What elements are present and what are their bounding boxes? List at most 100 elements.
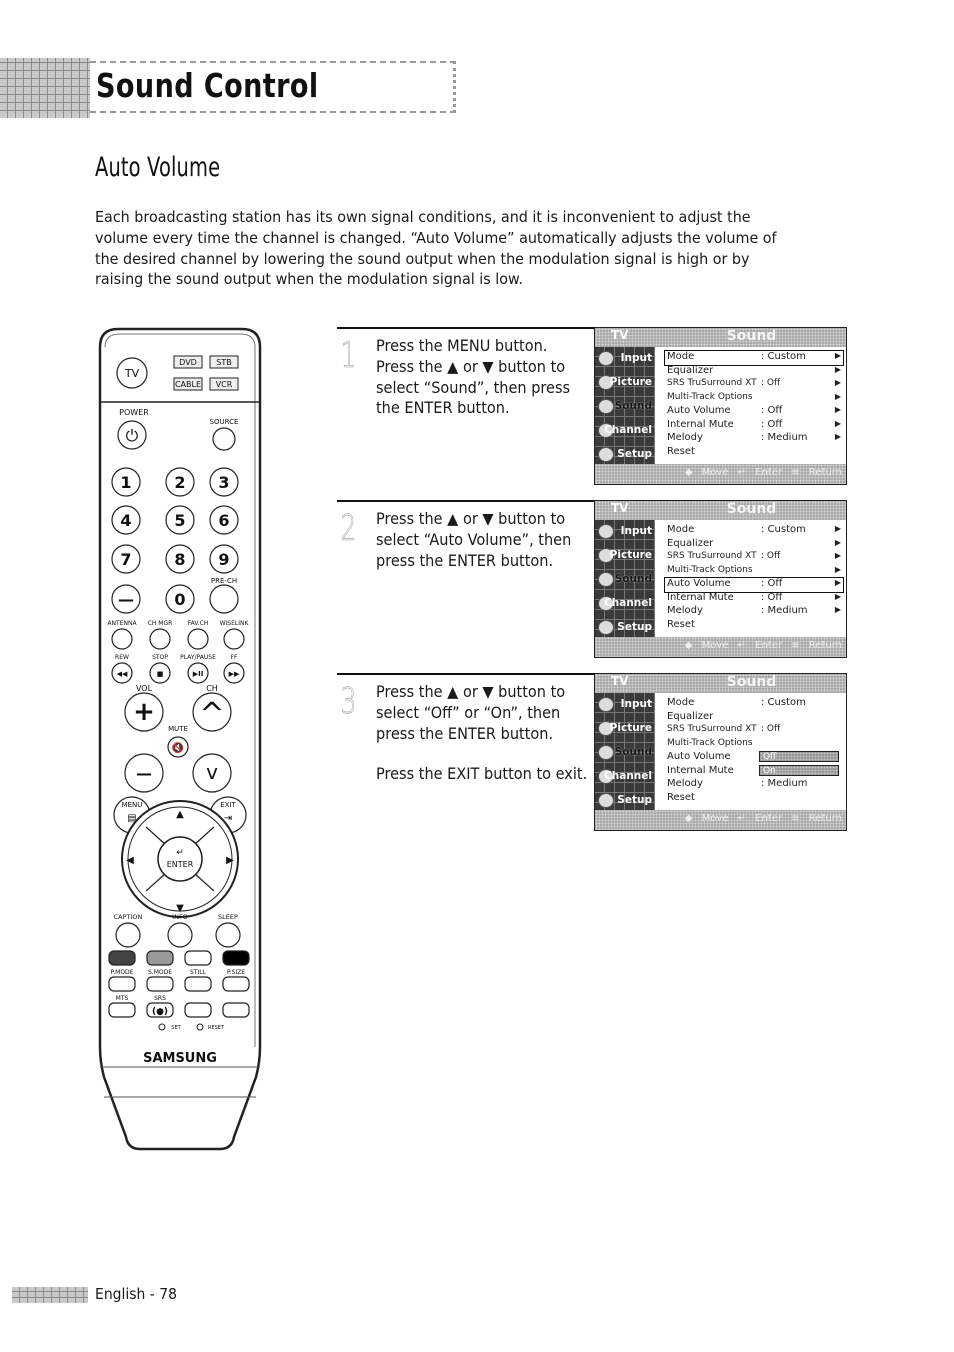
- osd-item-value: : Off: [761, 591, 783, 603]
- input-icon: [598, 524, 614, 539]
- osd-sidebar-item-picture: Picture: [595, 371, 655, 395]
- osd-item-label: Mode: [667, 697, 695, 708]
- color-button-label: P.SIZE: [227, 969, 245, 976]
- osd-menu-item: SRS TruSurround XT: Off ▶: [665, 378, 843, 392]
- reset-hole: [196, 1023, 204, 1031]
- setup-icon: [598, 447, 614, 462]
- osd-popup-option-off: Off: [759, 751, 839, 762]
- mute-icon: 🔇: [172, 741, 184, 754]
- reset-label: RESET: [208, 1025, 225, 1031]
- osd-help-move: ◆ Move: [684, 640, 729, 651]
- osd-menu-item: Equalizer: [665, 711, 843, 725]
- osd-menu-item: Mode : Custom: [665, 697, 843, 711]
- input-icon: [598, 697, 614, 712]
- osd-sidebar-item-sound: Sound: [595, 568, 655, 592]
- osd-item-value: : Off: [761, 418, 783, 430]
- osd-menu-item: Melody: Medium ▶: [665, 432, 843, 446]
- page-number: English - 78: [95, 1285, 178, 1303]
- step-1: 1 Press the MENU button. Press the ▲ or ▼…: [337, 327, 595, 487]
- osd-item-label: SRS TruSurround XT: [667, 378, 757, 388]
- color-button-3: [222, 950, 250, 966]
- row2-button-1: [146, 976, 174, 992]
- chevron-right-icon: ▶: [834, 351, 841, 360]
- osd-item-label: Internal Mute: [667, 764, 734, 776]
- osd-menu-item: Multi-Track Options: [665, 738, 843, 752]
- tv-menu-screenshot-2: TV Sound Input Picture Sound Channel Setup Mode…: [594, 500, 847, 658]
- mode-stb-label: STB: [216, 358, 231, 367]
- row3-button-3: [222, 1002, 250, 1018]
- source-label: SOURCE: [210, 418, 239, 426]
- osd-popup-option-on: On: [759, 764, 839, 776]
- osd-sidebar-label: Sound: [614, 573, 652, 585]
- osd-item-label: Equalizer: [667, 537, 714, 549]
- intro-paragraph: Each broadcasting station has its own si…: [95, 208, 777, 289]
- digit-label: 2: [174, 473, 185, 492]
- osd-menu-item: Equalizer ▶: [665, 365, 843, 379]
- sound-icon: [598, 572, 614, 587]
- digit-label: 6: [218, 511, 229, 530]
- chevron-right-icon: ▶: [834, 418, 841, 428]
- transport-label: FF: [231, 654, 238, 661]
- vol-up-icon: +: [133, 697, 155, 727]
- chevron-right-icon: ▶: [834, 405, 841, 414]
- osd-item-label: Internal Mute: [667, 591, 734, 603]
- osd-help-enter: ↵ Enter: [737, 813, 783, 824]
- osd-item-label: Melody: [667, 605, 703, 616]
- chevron-right-icon: ▶: [834, 578, 841, 587]
- row2-button-3: [222, 976, 250, 992]
- step-paragraph: Press the ▲ or ▼ button to select “Auto …: [376, 510, 572, 570]
- osd-item-label: SRS TruSurround XT: [667, 724, 757, 734]
- ch-up-icon: ^: [199, 697, 224, 732]
- step-rule: [337, 327, 595, 329]
- step-number: 1: [340, 335, 357, 377]
- menu-label: MENU: [122, 801, 143, 809]
- row3-button-0: [108, 1002, 136, 1018]
- color-button-1: [146, 950, 174, 966]
- step-2: 2 Press the ▲ or ▼ button to select “Auto…: [337, 500, 595, 660]
- osd-item-value: : Custom: [761, 697, 806, 708]
- function-button-1: [149, 628, 171, 650]
- step-instructions: Press the ▲ or ▼ button to select “Auto …: [376, 509, 590, 571]
- chapter-title: Sound Control: [96, 66, 319, 105]
- osd-help-enter: ↵ Enter: [737, 640, 783, 651]
- osd-footer: ◆ Move ↵ Enter ≡ Return: [595, 810, 846, 830]
- osd-item-label: Multi-Track Options: [667, 391, 753, 402]
- chevron-right-icon: ▶: [834, 391, 841, 401]
- digit-label: 7: [120, 550, 131, 569]
- color-button-label: STILL: [190, 969, 207, 976]
- osd-footer: ◆ Move ↵ Enter ≡ Return: [595, 637, 846, 657]
- func-button-0: [115, 922, 141, 948]
- osd-menu-item: SRS TruSurround XT : Off: [665, 724, 843, 738]
- osd-sidebar-label: Setup: [617, 621, 652, 633]
- osd-help-move: ◆ Move: [684, 467, 729, 478]
- osd-menu-item: SRS TruSurround XT: Off ▶: [665, 551, 843, 565]
- osd-item-label: Reset: [667, 445, 695, 457]
- osd-menu-item: Mode: Custom ▶: [665, 524, 843, 538]
- step-number: 3: [340, 681, 357, 723]
- ch-down-icon: v: [206, 760, 218, 784]
- func-label: SLEEP: [218, 913, 238, 921]
- section-title: Auto Volume: [95, 152, 221, 183]
- color-button-0: [108, 950, 136, 966]
- chevron-right-icon: ▶: [834, 591, 841, 601]
- banner-pattern: [0, 58, 90, 118]
- osd-sidebar-label: Channel: [604, 424, 652, 436]
- osd-sidebar-label: Input: [620, 698, 652, 710]
- osd-sidebar-item-picture: Picture: [595, 717, 655, 741]
- osd-item-label: Reset: [667, 618, 695, 630]
- osd-menu-list: Mode : Custom Equalizer SRS TruSurround XT:…: [665, 697, 843, 805]
- osd-item-label: Melody: [667, 778, 703, 789]
- osd-help-bar: ◆ Move ↵ Enter ≡ Return: [685, 813, 842, 824]
- osd-title: Sound: [726, 328, 777, 344]
- transport-label: REW: [115, 654, 129, 661]
- osd-item-value: : Off: [761, 724, 781, 734]
- power-icon: ⏻: [126, 426, 139, 445]
- osd-item-value: : Medium: [761, 432, 808, 443]
- osd-sidebar-label: Setup: [617, 794, 652, 806]
- function-label: WISELINK: [220, 620, 250, 627]
- osd-title: Sound: [726, 674, 777, 690]
- osd-sidebar-label: Sound: [614, 746, 652, 758]
- osd-item-value: : Medium: [761, 605, 808, 616]
- chapter-banner: Sound Control: [0, 58, 458, 118]
- set-hole: [158, 1023, 166, 1031]
